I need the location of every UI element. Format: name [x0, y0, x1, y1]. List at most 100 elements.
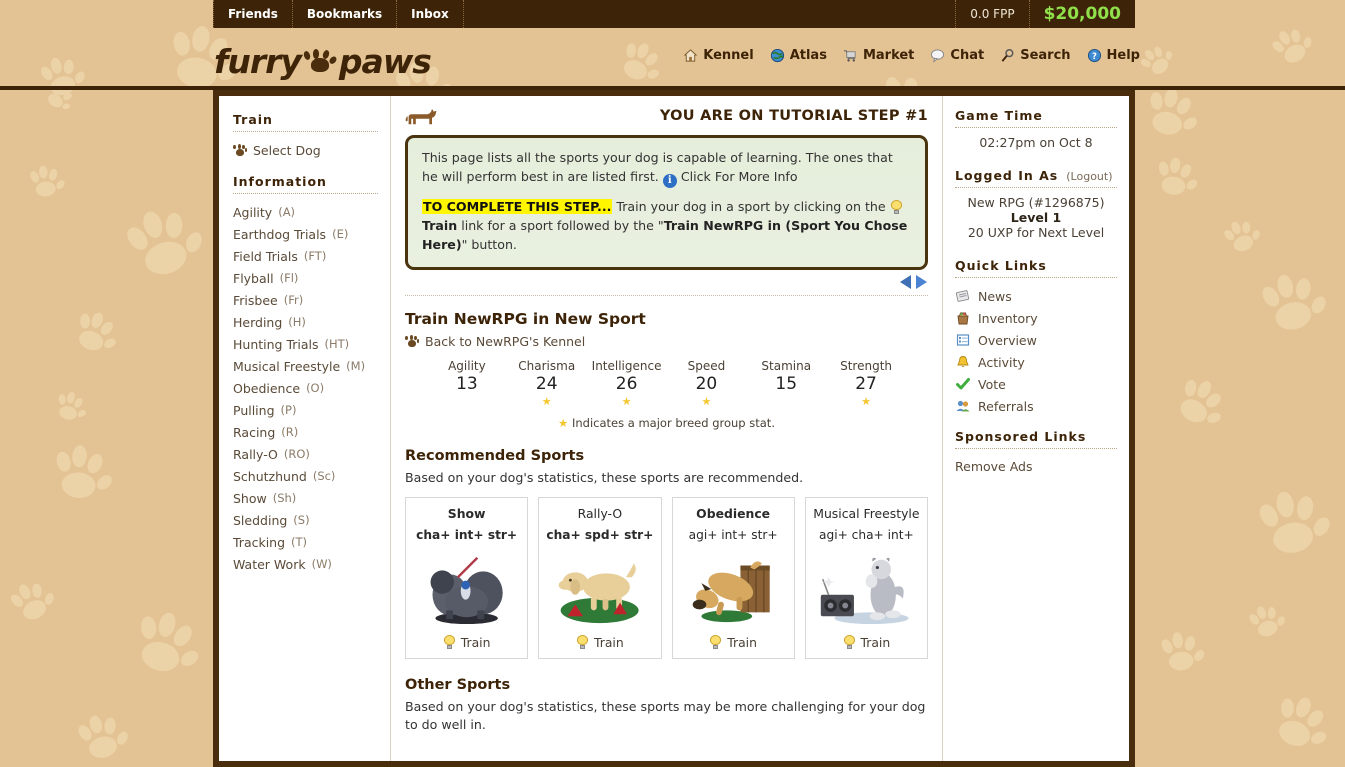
sidebar-item-earthdog-trials[interactable]: Earthdog Trials (E) — [233, 223, 378, 245]
quick-links-heading: Quick Links — [955, 258, 1117, 273]
sport-name: Agility — [233, 204, 273, 220]
stat-value: 26 — [615, 373, 638, 394]
question-icon: ? — [1087, 48, 1102, 63]
bag-icon — [955, 310, 971, 326]
topbar-item-bookmarks[interactable]: Bookmarks — [293, 0, 398, 28]
cart-icon — [843, 48, 858, 63]
quick-links-heading-label: Quick Links — [955, 258, 1047, 273]
sport-name: Hunting Trials — [233, 336, 319, 352]
sport-abbr: (RO) — [283, 447, 310, 461]
money-balance: $20,000 — [1043, 4, 1121, 24]
nav-help-label: Help — [1106, 48, 1140, 63]
sidebar-item-show[interactable]: Show (Sh) — [233, 487, 378, 509]
sport-card-train-link[interactable]: Train — [576, 635, 624, 650]
star-icon: ★ — [558, 415, 569, 430]
quick-link-inventory[interactable]: Inventory — [955, 307, 1117, 329]
nav-atlas[interactable]: Atlas — [770, 48, 827, 63]
level-value: Level 1 — [1010, 210, 1062, 225]
dog-silhouette-icon — [405, 106, 441, 128]
sidebar-item-herding[interactable]: Herding (H) — [233, 311, 378, 333]
sport-card-train-link[interactable]: Train — [709, 635, 757, 650]
rb-divider-1 — [955, 127, 1117, 128]
sponsored-links-heading-label: Sponsored Links — [955, 429, 1087, 444]
sport-name: Schutzhund — [233, 468, 307, 484]
tutorial-prev-arrow[interactable] — [900, 274, 911, 289]
nav-kennel[interactable]: Kennel — [683, 48, 754, 63]
nav-search[interactable]: Search — [1000, 48, 1071, 63]
site-logo[interactable]: furry paws — [214, 42, 432, 81]
lightbulb-icon — [843, 635, 856, 650]
logo-text-right: paws — [338, 42, 432, 81]
sidebar-item-sledding[interactable]: Sledding (S) — [233, 509, 378, 531]
tutorial-text-2c: " button. — [461, 236, 517, 252]
quick-link-news[interactable]: News — [955, 285, 1117, 307]
sidebar-item-water-work[interactable]: Water Work (W) — [233, 553, 378, 575]
logout-link[interactable]: (Logout) — [1066, 170, 1112, 183]
sidebar-item-pulling[interactable]: Pulling (P) — [233, 399, 378, 421]
tutorial-more-info-link[interactable]: Click For More Info — [681, 169, 798, 184]
sport-abbr: (Sh) — [272, 491, 297, 505]
lightbulb-icon — [576, 635, 589, 650]
sport-abbr: (H) — [288, 315, 306, 329]
stat-value: 24 — [535, 373, 558, 394]
sidebar-item-obedience[interactable]: Obedience (O) — [233, 377, 378, 399]
sidebar-item-flyball[interactable]: Flyball (Fl) — [233, 267, 378, 289]
sidebar-item-musical-freestyle[interactable]: Musical Freestyle (M) — [233, 355, 378, 377]
sport-card-obedience[interactable]: Obedience agi+ int+ str+ Train — [671, 496, 795, 659]
sport-card-musical-freestyle[interactable]: Musical Freestyle agi+ cha+ int+ Train — [804, 496, 928, 659]
quick-link-vote[interactable]: Vote — [955, 373, 1117, 395]
sidebar-item-hunting-trials[interactable]: Hunting Trials (HT) — [233, 333, 378, 355]
sidebar-sport-list: Agility (A) Earthdog Trials (E) Field Trials… — [233, 201, 378, 575]
show-dog-art — [410, 548, 523, 626]
tutorial-next-arrow[interactable] — [916, 274, 927, 289]
nav-chat[interactable]: Chat — [930, 48, 984, 63]
stat-star-icon: ★ — [621, 394, 632, 408]
rb-divider-4 — [955, 448, 1117, 449]
globe-icon — [770, 48, 785, 63]
topbar-item-inbox[interactable]: Inbox — [397, 0, 464, 28]
page-frame: Train Select Dog Information Agility (A) E… — [213, 90, 1135, 767]
sidebar-item-racing[interactable]: Racing (R) — [233, 421, 378, 443]
sport-card-train-link[interactable]: Train — [443, 635, 490, 650]
nav-market[interactable]: Market — [843, 48, 914, 63]
quick-link-label: Overview — [978, 332, 1037, 348]
tutorial-highlight: TO COMPLETE THIS STEP... — [422, 198, 613, 214]
sidebar-item-schutzhund[interactable]: Schutzhund (Sc) — [233, 465, 378, 487]
stat-value: 27 — [855, 373, 877, 394]
sport-card-train-link[interactable]: Train — [843, 635, 890, 650]
stat-value: 15 — [775, 373, 798, 394]
sport-card-show[interactable]: Show cha+ int+ str+ Train — [405, 496, 529, 659]
back-to-kennel-link[interactable]: Back to NewRPG's Kennel — [405, 334, 928, 349]
stat-intelligence: Intelligence 26 ★ — [587, 359, 667, 408]
lightbulb-icon — [709, 635, 722, 650]
musical-freestyle-dog-art — [810, 548, 923, 626]
sport-name: Pulling — [233, 402, 275, 418]
sport-abbr: (E) — [332, 227, 349, 241]
remove-ads-label: Remove Ads — [955, 459, 1033, 474]
sidebar-item-select-dog[interactable]: Select Dog — [233, 139, 378, 161]
quick-link-activity[interactable]: Activity — [955, 351, 1117, 373]
stat-agility: Agility 13 — [427, 359, 507, 408]
game-time-heading-label: Game Time — [955, 108, 1043, 123]
sidebar-item-field-trials[interactable]: Field Trials (FT) — [233, 245, 378, 267]
quick-link-overview[interactable]: Overview — [955, 329, 1117, 351]
stat-strength: Strength 27 ★ — [826, 359, 906, 408]
sidebar-item-rally-o[interactable]: Rally-O (RO) — [233, 443, 378, 465]
sport-abbr: (Fl) — [279, 271, 299, 285]
sport-card-rally-o[interactable]: Rally-O cha+ spd+ str+ Train — [538, 496, 662, 659]
paw-icon — [233, 144, 248, 156]
sidebar-item-frisbee[interactable]: Frisbee (Fr) — [233, 289, 378, 311]
sport-name: Herding — [233, 314, 283, 330]
sidebar-item-tracking[interactable]: Tracking (T) — [233, 531, 378, 553]
sport-name: Earthdog Trials — [233, 226, 327, 242]
remove-ads-link[interactable]: Remove Ads — [955, 456, 1117, 477]
quick-link-referrals[interactable]: Referrals — [955, 395, 1117, 417]
topbar-item-friends[interactable]: Friends — [213, 0, 293, 28]
info-icon[interactable]: i — [662, 173, 677, 188]
nav-help[interactable]: ? Help — [1087, 48, 1140, 63]
site-header: furry paws Kennel Atlas Market Chat Sear… — [0, 28, 1345, 88]
sport-abbr: (W) — [311, 557, 332, 571]
sidebar-item-agility[interactable]: Agility (A) — [233, 201, 378, 223]
tutorial-text-1: This page lists all the sports your dog … — [422, 150, 893, 184]
logged-in-heading: Logged In As (Logout) — [955, 168, 1117, 183]
